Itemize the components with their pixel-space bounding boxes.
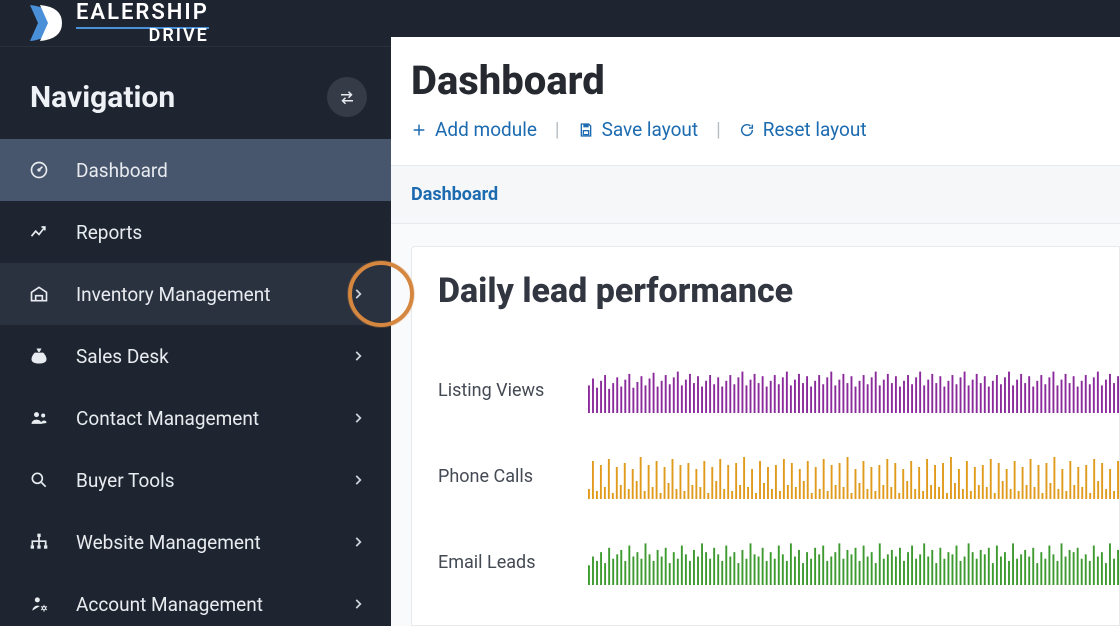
sidebar-item-website[interactable]: Website Management [0, 511, 391, 573]
sidebar-item-contacts[interactable]: Contact Management [0, 387, 391, 449]
page-header: Dashboard Add module | Save layout | Res… [391, 37, 1120, 165]
sitemap-icon [28, 531, 50, 553]
sparkline-email-leads [588, 539, 1119, 585]
daily-lead-card: Daily lead performance Listing Views Pho… [411, 246, 1120, 626]
nav-header: Navigation [0, 47, 391, 139]
sidebar-item-dashboard[interactable]: Dashboard [0, 139, 391, 201]
sidebar-item-label: Sales Desk [76, 345, 349, 368]
chevron-right-icon [349, 533, 367, 551]
sidebar-item-label: Contact Management [76, 407, 349, 430]
sparkline-phone-calls [588, 453, 1119, 499]
sparkline-row-listing-views: Listing Views [438, 367, 1119, 413]
sidebar-item-inventory[interactable]: Inventory Management [0, 263, 391, 325]
sidebar-item-label: Inventory Management [76, 283, 349, 306]
action-label: Save layout [602, 118, 699, 141]
sparkline-label: Listing Views [438, 380, 588, 401]
sidebar-item-label: Buyer Tools [76, 469, 349, 492]
sparkline-listing-views [588, 367, 1119, 413]
sidebar-item-label: Dashboard [76, 159, 367, 182]
people-icon [28, 407, 50, 429]
plus-icon [411, 122, 427, 138]
add-module-button[interactable]: Add module [411, 118, 537, 141]
nav-list: Dashboard Reports Inventory Management S… [0, 139, 391, 635]
page-title: Dashboard [411, 57, 1100, 104]
breadcrumb[interactable]: Dashboard [391, 165, 1120, 224]
swap-nav-button[interactable] [327, 77, 367, 117]
warehouse-icon [28, 283, 50, 305]
reset-layout-button[interactable]: Reset layout [739, 118, 867, 141]
sidebar-item-buyer-tools[interactable]: Buyer Tools [0, 449, 391, 511]
sidebar: EALERSHIP DRIVE Navigation Dashboard Rep… [0, 0, 391, 626]
save-icon [578, 122, 594, 138]
sparkline-row-phone-calls: Phone Calls [438, 453, 1119, 499]
card-title: Daily lead performance [438, 271, 1119, 311]
sparkline-row-email-leads: Email Leads [438, 539, 1119, 585]
money-bag-icon [28, 345, 50, 367]
sparkline-label: Phone Calls [438, 466, 588, 487]
sidebar-item-label: Website Management [76, 531, 349, 554]
chart-icon [28, 221, 50, 243]
sidebar-item-label: Reports [76, 221, 367, 244]
page-actions: Add module | Save layout | Reset layout [411, 118, 1100, 141]
sidebar-item-sales-desk[interactable]: Sales Desk [0, 325, 391, 387]
chevron-right-icon [349, 595, 367, 613]
user-cog-icon [28, 593, 50, 615]
main: Dashboard Add module | Save layout | Res… [391, 0, 1120, 626]
divider: | [716, 118, 721, 141]
top-bar [391, 0, 1120, 37]
brand-logo[interactable]: EALERSHIP DRIVE [24, 0, 209, 46]
logo-bar: EALERSHIP DRIVE [0, 0, 391, 47]
action-label: Add module [435, 118, 537, 141]
chevron-right-icon [349, 285, 367, 303]
search-icon [28, 469, 50, 491]
refresh-icon [739, 122, 755, 138]
sparkline-label: Email Leads [438, 552, 588, 573]
sidebar-item-label: Account Management [76, 593, 349, 616]
swap-icon [338, 88, 356, 106]
action-label: Reset layout [763, 118, 867, 141]
chevron-right-icon [349, 347, 367, 365]
nav-title: Navigation [30, 80, 175, 115]
brand-mark-icon [24, 1, 68, 45]
save-layout-button[interactable]: Save layout [578, 118, 699, 141]
chevron-right-icon [349, 409, 367, 427]
brand-name-lower: DRIVE [76, 25, 209, 46]
brand-name-upper: EALERSHIP [76, 0, 209, 25]
divider: | [555, 118, 560, 141]
sidebar-item-reports[interactable]: Reports [0, 201, 391, 263]
content-area: Daily lead performance Listing Views Pho… [391, 224, 1120, 626]
chevron-right-icon [349, 471, 367, 489]
speedometer-icon [28, 159, 50, 181]
